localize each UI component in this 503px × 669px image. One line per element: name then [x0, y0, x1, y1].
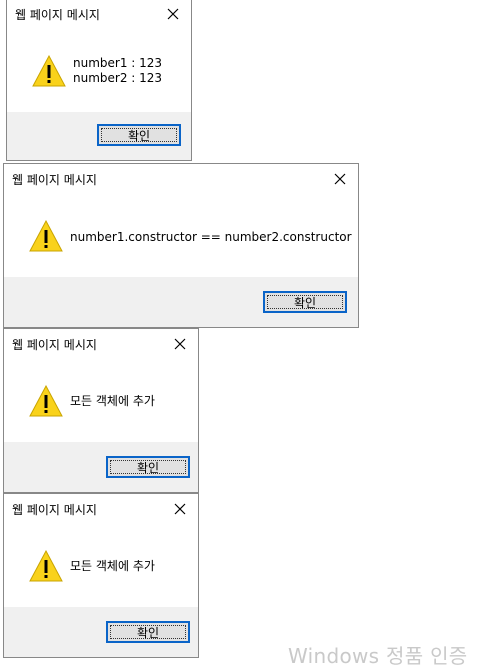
ok-button[interactable]: 확인: [263, 291, 347, 313]
close-icon[interactable]: [170, 499, 190, 519]
message-dialog-4: 웹 페이지 메시지 모든 객체에 추가 확인: [3, 493, 199, 658]
dialog-titlebar[interactable]: 웹 페이지 메시지: [4, 494, 198, 524]
warning-icon: [29, 220, 63, 252]
warning-icon: [29, 550, 63, 582]
message-dialog-2: 웹 페이지 메시지 number1.constructor == number2…: [3, 163, 359, 328]
dialog-footer: 확인: [7, 112, 191, 160]
message-line: 모든 객체에 추가: [70, 394, 155, 408]
dialog-message: 모든 객체에 추가: [70, 559, 155, 574]
dialog-footer: 확인: [4, 277, 358, 327]
dialog-titlebar[interactable]: 웹 페이지 메시지: [4, 164, 358, 194]
dialog-title: 웹 페이지 메시지: [12, 173, 97, 187]
warning-icon: [29, 385, 63, 417]
message-dialog-3: 웹 페이지 메시지 모든 객체에 추가 확인: [3, 328, 199, 493]
dialog-title: 웹 페이지 메시지: [15, 8, 100, 22]
dialog-titlebar[interactable]: 웹 페이지 메시지: [7, 0, 191, 29]
dialog-footer: 확인: [4, 442, 198, 492]
dialog-footer: 확인: [4, 607, 198, 657]
ok-button[interactable]: 확인: [106, 621, 190, 643]
dialog-title: 웹 페이지 메시지: [12, 338, 97, 352]
windows-activation-watermark: Windows 정품 인증: [288, 644, 468, 668]
dialog-title: 웹 페이지 메시지: [12, 503, 97, 517]
ok-button[interactable]: 확인: [106, 456, 190, 478]
warning-icon: [32, 55, 66, 87]
close-icon[interactable]: [163, 4, 183, 24]
message-line: number2 : 123: [73, 71, 163, 85]
ok-button[interactable]: 확인: [97, 124, 181, 146]
dialog-titlebar[interactable]: 웹 페이지 메시지: [4, 329, 198, 359]
close-icon[interactable]: [170, 334, 190, 354]
message-dialog-1: 웹 페이지 메시지 number1 : 123 number2 : 123 확인: [6, 0, 192, 161]
message-line: number1.constructor == number2.construct…: [70, 230, 352, 244]
dialog-message: 모든 객체에 추가: [70, 394, 155, 409]
dialog-message: number1 : 123 number2 : 123: [73, 56, 162, 86]
dialog-message: number1.constructor == number2.construct…: [70, 230, 352, 245]
message-line: 모든 객체에 추가: [70, 559, 155, 573]
message-line: number1 : 123: [73, 56, 163, 70]
close-icon[interactable]: [330, 169, 350, 189]
